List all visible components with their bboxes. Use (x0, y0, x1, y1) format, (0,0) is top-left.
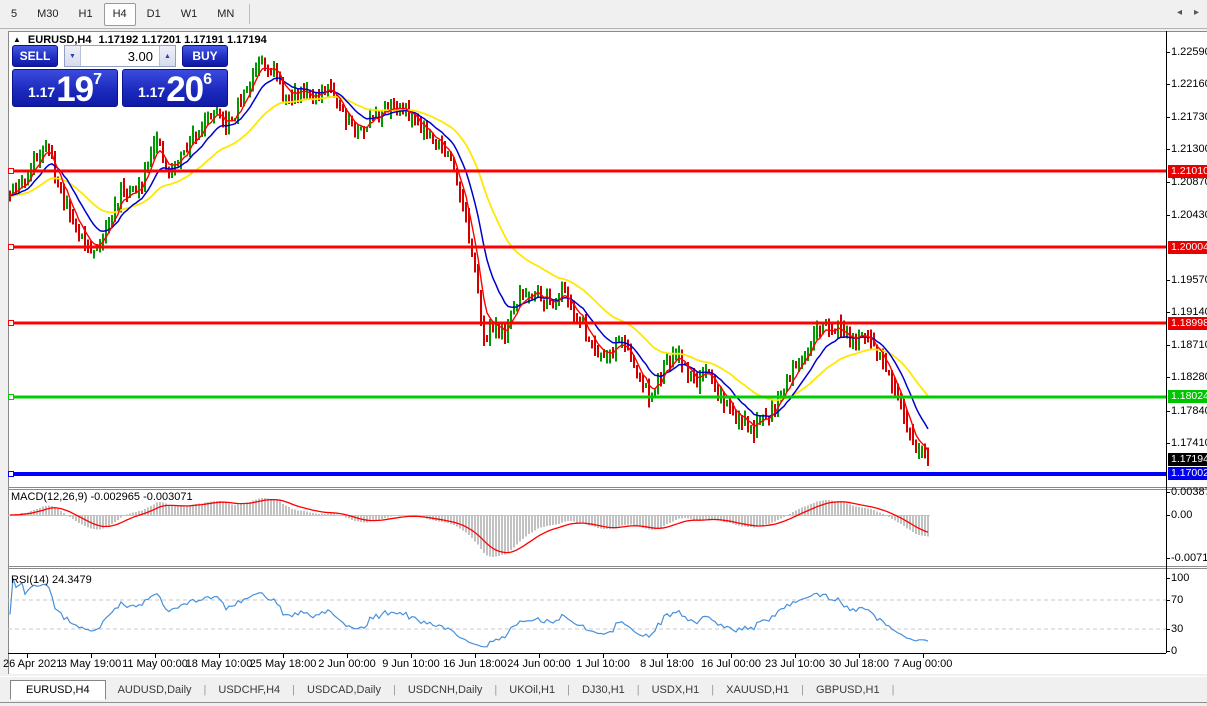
ask-price-big: 20 (166, 75, 203, 104)
macd-axis-label: -0.00719 (1171, 552, 1207, 564)
price-level-badge: 1.17002 (1168, 467, 1207, 480)
date-axis-label: 30 Jul 18:00 (829, 658, 889, 670)
volume-increase-button[interactable]: ▲ (159, 46, 175, 66)
chart-plot-area[interactable] (8, 31, 1166, 653)
ask-price-sup: 6 (203, 71, 212, 89)
tab-scroll-right-icon[interactable]: ▸ (1194, 7, 1199, 18)
date-axis-label: 26 Apr 2021 (3, 658, 62, 670)
sell-button[interactable]: SELL (12, 45, 58, 67)
bid-price-big: 19 (56, 75, 93, 104)
price-level-badge: 1.21010 (1168, 165, 1207, 178)
price-axis-label: 1.19570 (1171, 274, 1207, 286)
date-axis-label: 1 Jul 10:00 (576, 658, 630, 670)
price-axis-label: 1.20430 (1171, 209, 1207, 221)
price-axis-label: 1.21730 (1171, 111, 1207, 123)
tab-usdcad-daily[interactable]: USDCAD,Daily (295, 680, 393, 700)
one-click-trade-panel: SELL ▼ ▲ BUY 1.17 19 7 1.17 20 6 (12, 45, 228, 107)
tab-usdx-h1[interactable]: USDX,H1 (640, 680, 712, 700)
date-axis-label: 23 Jul 10:00 (765, 658, 825, 670)
rsi-axis-label: 30 (1171, 623, 1183, 635)
rsi-axis-label: 70 (1171, 594, 1183, 606)
date-axis-label: 3 May 19:00 (61, 658, 122, 670)
macd-current-values: -0.002965 -0.003071 (90, 491, 192, 503)
toolbar-divider (249, 4, 250, 24)
volume-decrease-button[interactable]: ▼ (65, 46, 81, 66)
spin-down-icon: ▼ (69, 53, 76, 60)
tab-xauusd-h1[interactable]: XAUUSD,H1 (714, 680, 801, 700)
date-axis-label: 9 Jun 10:00 (382, 658, 440, 670)
macd-axis-label: 0.003873 (1171, 486, 1207, 498)
tab-eurusd-h4[interactable]: EURUSD,H4 (10, 680, 106, 700)
bid-price-prefix: 1.17 (28, 84, 55, 100)
tab-gbpusd-h1[interactable]: GBPUSD,H1 (804, 680, 892, 700)
price-axis-label: 1.22160 (1171, 78, 1207, 90)
tab-scroll-arrows: ◂ ▸ (1177, 7, 1199, 18)
timeframe-toolbar: 5M30H1H4D1W1MN (0, 0, 1207, 29)
macd-indicator-label: MACD(12,26,9) -0.002965 -0.003071 (11, 491, 193, 503)
price-level-badge: 1.18024 (1168, 390, 1207, 403)
price-level-badge: 1.17194 (1168, 453, 1207, 466)
date-axis-label: 18 May 10:00 (186, 658, 253, 670)
price-axis-label: 1.21300 (1171, 143, 1207, 155)
chart-collapse-icon[interactable]: ▲ (13, 36, 21, 44)
price-axis-label: 1.22590 (1171, 46, 1207, 58)
date-axis-label: 11 May 00:00 (122, 658, 188, 670)
buy-button[interactable]: BUY (182, 45, 228, 67)
price-axis-label: 1.18280 (1171, 371, 1207, 383)
volume-field-group: ▼ ▲ (64, 45, 176, 67)
tab-audusd-daily[interactable]: AUDUSD,Daily (106, 680, 204, 700)
date-axis-label: 16 Jul 00:00 (701, 658, 761, 670)
tab-divider: | (892, 684, 895, 696)
bid-price-sup: 7 (93, 71, 102, 89)
timeframe-button-h4[interactable]: H4 (104, 3, 136, 26)
rsi-current-value: 24.3479 (52, 574, 92, 586)
date-axis-label: 24 Jun 00:00 (507, 658, 571, 670)
price-axis-label: 1.17840 (1171, 405, 1207, 417)
ask-price-prefix: 1.17 (138, 84, 165, 100)
macd-axis-label: 0.00 (1171, 509, 1192, 521)
macd-name: MACD(12,26,9) (11, 491, 87, 503)
timeframe-button-h1[interactable]: H1 (70, 3, 102, 26)
price-level-badge: 1.20004 (1168, 241, 1207, 254)
date-axis-label: 8 Jul 18:00 (640, 658, 694, 670)
price-level-badge: 1.18998 (1168, 317, 1207, 330)
tab-ukoil-h1[interactable]: UKOil,H1 (497, 680, 567, 700)
date-axis-label: 25 May 18:00 (250, 658, 317, 670)
timeframe-button-d1[interactable]: D1 (138, 3, 170, 26)
tab-dj30-h1[interactable]: DJ30,H1 (570, 680, 637, 700)
tab-usdcnh-daily[interactable]: USDCNH,Daily (396, 680, 495, 700)
timeframe-button-m30[interactable]: M30 (28, 3, 67, 26)
tab-scroll-left-icon[interactable]: ◂ (1177, 7, 1182, 18)
rsi-axis-label: 100 (1171, 572, 1189, 584)
timeframe-button-w1[interactable]: W1 (172, 3, 207, 26)
tab-usdchf-h4[interactable]: USDCHF,H4 (206, 680, 292, 700)
rsi-name: RSI(14) (11, 574, 49, 586)
timeframe-button-5[interactable]: 5 (2, 3, 26, 26)
date-axis-label: 7 Aug 00:00 (894, 658, 953, 670)
symbol-tab-bar: EURUSD,H4AUDUSD,Daily|USDCHF,H4|USDCAD,D… (0, 676, 1207, 703)
ask-price-box[interactable]: 1.17 20 6 (122, 69, 228, 107)
price-axis-label: 1.18710 (1171, 339, 1207, 351)
terminal-window: 5M30H1H4D1W1MN ▲ EURUSD,H4 1.17192 1.172… (0, 0, 1207, 706)
bid-price-box[interactable]: 1.17 19 7 (12, 69, 118, 107)
timeframe-button-mn[interactable]: MN (208, 3, 243, 26)
spin-up-icon: ▲ (164, 53, 171, 60)
date-axis-label: 16 Jun 18:00 (443, 658, 507, 670)
date-axis-label: 2 Jun 00:00 (318, 658, 376, 670)
rsi-axis-label: 0 (1171, 645, 1177, 657)
rsi-indicator-label: RSI(14) 24.3479 (11, 574, 92, 586)
price-axis-label: 1.17410 (1171, 437, 1207, 449)
volume-input[interactable] (81, 46, 159, 66)
